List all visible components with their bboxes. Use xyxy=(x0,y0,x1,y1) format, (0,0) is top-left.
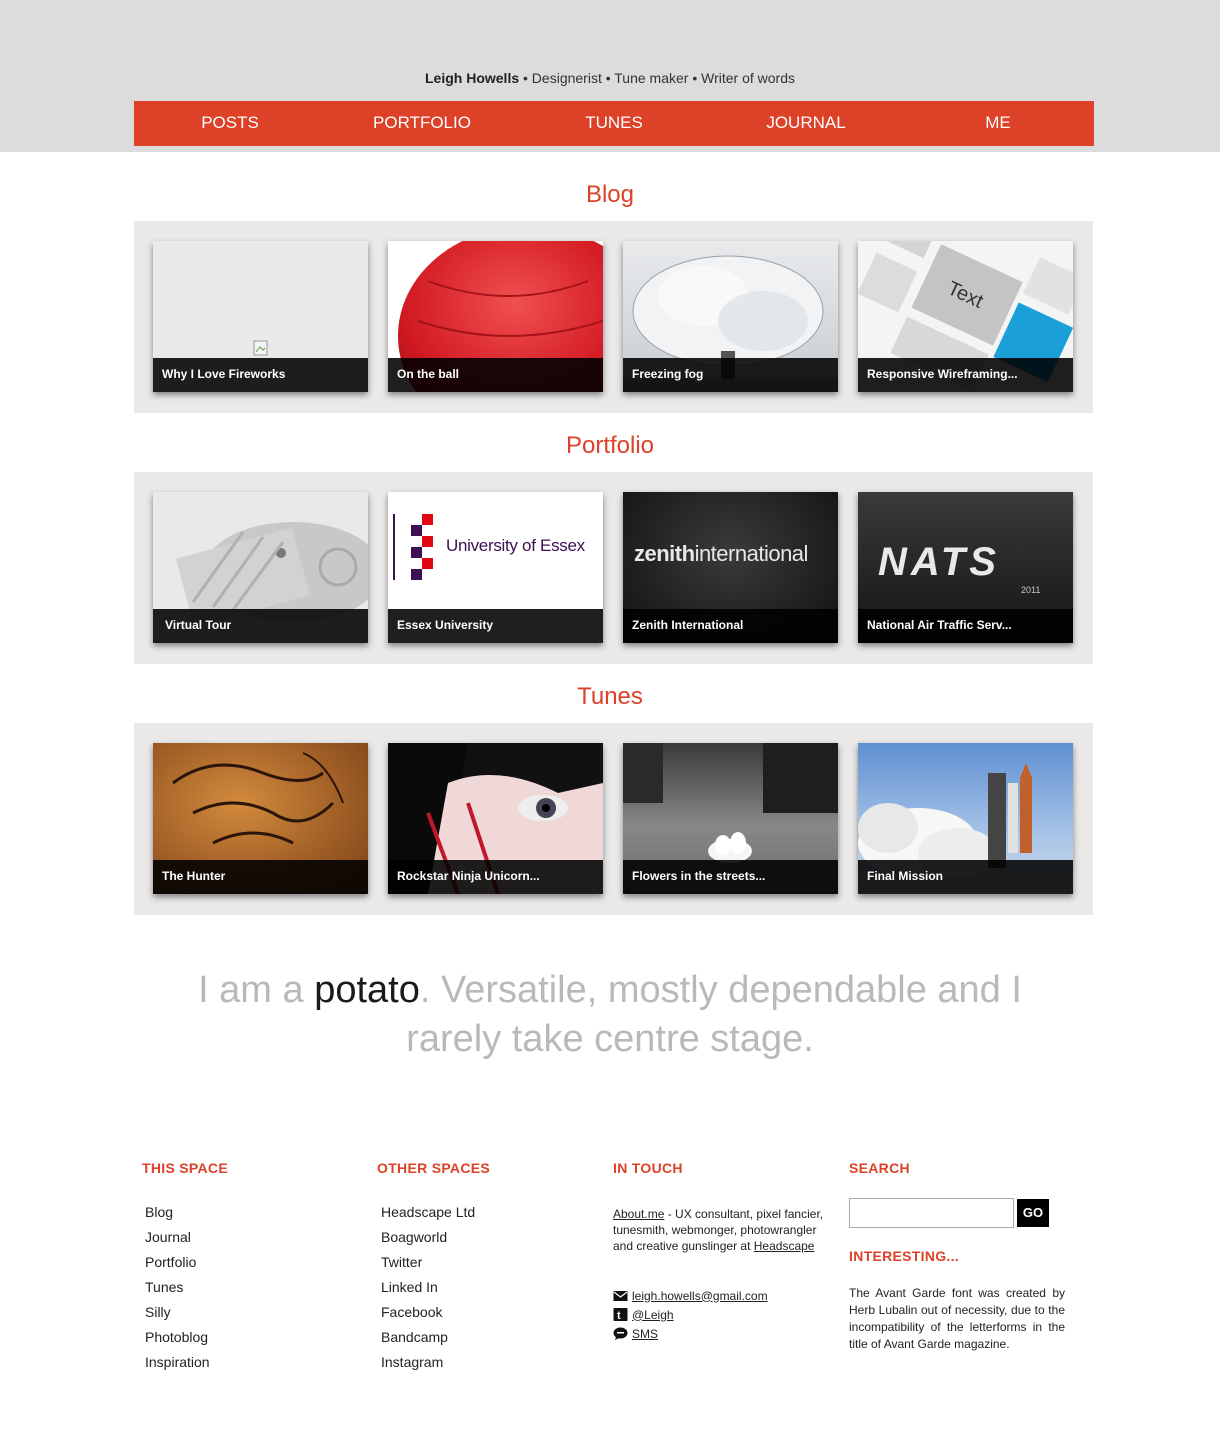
portfolio-card-virtual-tour[interactable]: Virtual Tour xyxy=(153,492,368,643)
portfolio-card-zenith[interactable]: zenithinternational Zenith International xyxy=(623,492,838,643)
tunes-card-flowers[interactable]: Flowers in the streets... xyxy=(623,743,838,894)
card-caption: Final Mission xyxy=(858,860,1073,894)
blog-card-fireworks[interactable]: Why I Love Fireworks xyxy=(153,241,368,392)
portfolio-panel: Virtual Tour University of Essex Essex U… xyxy=(134,472,1093,664)
about-me-link[interactable]: About.me xyxy=(613,1207,664,1221)
nav-posts[interactable]: POSTS xyxy=(134,101,326,146)
footer-link-twitter[interactable]: Twitter xyxy=(378,1250,587,1275)
card-caption: Rockstar Ninja Unicorn... xyxy=(388,860,603,894)
nav-portfolio[interactable]: PORTFOLIO xyxy=(326,101,518,146)
site-tagline: Leigh Howells • Designerist • Tune maker… xyxy=(0,70,1220,86)
logo-text: University of Essex xyxy=(446,536,585,555)
footer-link-boagworld[interactable]: Boagworld xyxy=(378,1225,587,1250)
quote-highlight: potato xyxy=(314,969,420,1011)
footer-in-touch: IN TOUCH About.me - UX consultant, pixel… xyxy=(613,1160,835,1343)
card-caption: On the ball xyxy=(388,358,603,392)
tunes-card-final-mission[interactable]: Final Mission xyxy=(858,743,1073,894)
email-row: leigh.howells@gmail.com xyxy=(613,1286,835,1305)
interesting-heading: INTERESTING... xyxy=(849,1248,959,1264)
intro-quote: I am a potato. Versatile, mostly dependa… xyxy=(198,969,1022,1060)
footer-link-headscape[interactable]: Headscape Ltd xyxy=(378,1200,587,1225)
headscape-link[interactable]: Headscape xyxy=(754,1239,815,1253)
footer-link-linkedin[interactable]: Linked In xyxy=(378,1275,587,1300)
footer-interesting: INTERESTING... The Avant Garde font was … xyxy=(849,1248,1065,1353)
tunes-card-rockstar[interactable]: Rockstar Ninja Unicorn... xyxy=(388,743,603,894)
footer-link-facebook[interactable]: Facebook xyxy=(378,1300,587,1325)
card-caption: National Air Traffic Serv... xyxy=(858,609,1073,643)
speech-bubble-icon xyxy=(613,1327,628,1340)
about-paragraph: About.me - UX consultant, pixel fancier,… xyxy=(613,1207,824,1253)
site-owner-name[interactable]: Leigh Howells xyxy=(425,70,519,86)
other-spaces-heading: OTHER SPACES xyxy=(377,1160,491,1176)
search-heading: SEARCH xyxy=(849,1160,910,1176)
nav-me[interactable]: ME xyxy=(902,101,1094,146)
portfolio-card-nats[interactable]: NATS 2011 National Air Traffic Serv... xyxy=(858,492,1073,643)
blog-card-ball[interactable]: On the ball xyxy=(388,241,603,392)
blog-card-fog[interactable]: Freezing fog xyxy=(623,241,838,392)
card-caption: Zenith International xyxy=(623,609,838,643)
footer-search: SEARCH xyxy=(849,1160,1069,1176)
search-input[interactable] xyxy=(849,1198,1014,1228)
card-caption: Freezing fog xyxy=(623,358,838,392)
twitter-icon: t xyxy=(613,1308,628,1321)
card-caption: Essex University xyxy=(388,609,603,643)
footer-link-silly[interactable]: Silly xyxy=(142,1300,342,1325)
footer-link-bandcamp[interactable]: Bandcamp xyxy=(378,1325,587,1350)
in-touch-heading: IN TOUCH xyxy=(613,1160,683,1176)
envelope-icon xyxy=(613,1291,628,1301)
card-caption: Why I Love Fireworks xyxy=(153,358,368,392)
blog-section-title[interactable]: Blog xyxy=(0,181,1220,209)
twitter-link[interactable]: @Leigh xyxy=(632,1308,674,1322)
footer-link-photoblog[interactable]: Photoblog xyxy=(142,1325,342,1350)
footer-link-blog[interactable]: Blog xyxy=(142,1200,342,1225)
sms-link[interactable]: SMS xyxy=(632,1327,658,1341)
tunes-card-hunter[interactable]: The Hunter xyxy=(153,743,368,894)
portfolio-section-title[interactable]: Portfolio xyxy=(0,432,1220,460)
footer-link-tunes[interactable]: Tunes xyxy=(142,1275,342,1300)
blog-card-wireframing[interactable]: Textxt Responsive Wireframing... xyxy=(858,241,1073,392)
card-caption: Flowers in the streets... xyxy=(623,860,838,894)
sms-row: SMS xyxy=(613,1324,835,1343)
email-link[interactable]: leigh.howells@gmail.com xyxy=(632,1289,768,1303)
footer-link-instagram[interactable]: Instagram xyxy=(378,1350,587,1375)
footer-link-inspiration[interactable]: Inspiration xyxy=(142,1350,342,1375)
tagline-text: • Designerist • Tune maker • Writer of w… xyxy=(519,70,795,86)
this-space-heading: THIS SPACE xyxy=(142,1160,228,1176)
footer-link-journal[interactable]: Journal xyxy=(142,1225,342,1250)
search-go-button[interactable]: GO xyxy=(1017,1199,1049,1227)
card-caption: Virtual Tour xyxy=(153,609,368,643)
footer-this-space: THIS SPACE Blog Journal Portfolio Tunes … xyxy=(142,1160,342,1375)
footer-link-portfolio[interactable]: Portfolio xyxy=(142,1250,342,1275)
tunes-section-title[interactable]: Tunes xyxy=(0,683,1220,711)
twitter-row: t @Leigh xyxy=(613,1305,835,1324)
card-caption: Responsive Wireframing... xyxy=(858,358,1073,392)
portfolio-card-essex[interactable]: University of Essex Essex University xyxy=(388,492,603,643)
nav-tunes[interactable]: TUNES xyxy=(518,101,710,146)
tunes-panel: The Hunter Rockstar Ninja Unicorn... Flo… xyxy=(134,723,1093,915)
nav-journal[interactable]: JOURNAL xyxy=(710,101,902,146)
svg-text:t: t xyxy=(617,1310,621,1321)
main-nav: POSTS PORTFOLIO TUNES JOURNAL ME xyxy=(134,101,1094,146)
footer-other-spaces: OTHER SPACES Headscape Ltd Boagworld Twi… xyxy=(377,1160,587,1375)
blog-panel: Why I Love Fireworks On the ball Freezin… xyxy=(134,221,1093,413)
interesting-text: The Avant Garde font was created by Herb… xyxy=(849,1286,1065,1351)
card-caption: The Hunter xyxy=(153,860,368,894)
